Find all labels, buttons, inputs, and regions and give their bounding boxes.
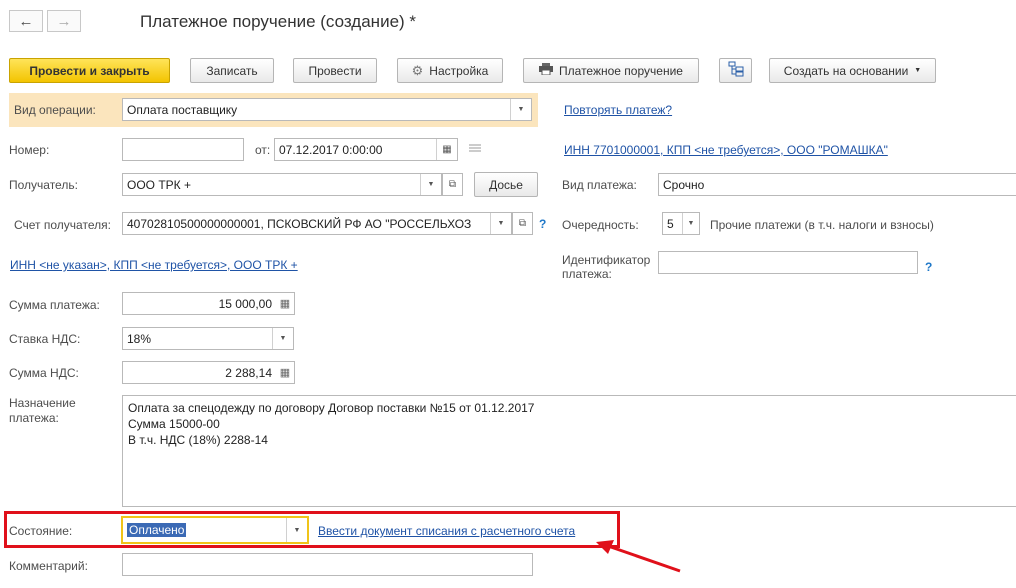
amount-value: 15 000,00 xyxy=(218,296,272,311)
save-button[interactable]: Записать xyxy=(190,58,274,83)
account-select[interactable]: 40702810500000000001, ПСКОВСКИЙ РФ АО "Р… xyxy=(122,212,512,235)
recipient-info-link[interactable]: ИНН <не указан>, КПП <не требуется>, ООО… xyxy=(10,258,298,272)
date-input[interactable]: 07.12.2017 0:00:00 ▦ xyxy=(274,138,458,161)
chevron-down-icon: ▼ xyxy=(914,67,922,74)
arrow-right-icon: → xyxy=(56,12,72,30)
open-recipient-button[interactable]: ⧉ xyxy=(442,173,463,196)
purpose-label-line2: платежа: xyxy=(9,411,59,425)
settings-button[interactable]: ⚙ Настройка xyxy=(397,58,503,83)
comment-label: Комментарий: xyxy=(9,559,88,573)
back-button[interactable]: ← xyxy=(9,10,43,32)
purpose-line: Сумма 15000-00 xyxy=(128,417,220,431)
payment-id-label-line1: Идентификатор xyxy=(562,253,651,267)
state-label: Состояние: xyxy=(9,524,73,538)
writeoff-document-link[interactable]: Ввести документ списания с расчетного сч… xyxy=(318,524,575,538)
post-button[interactable]: Провести xyxy=(293,58,377,83)
printer-icon xyxy=(539,63,554,78)
recipient-label: Получатель: xyxy=(9,178,78,192)
create-based-on-button[interactable]: Создать на основании ▼ xyxy=(769,58,936,83)
priority-label: Очередность: xyxy=(562,218,639,232)
chevron-down-icon[interactable]: ▼ xyxy=(682,213,699,234)
post-and-close-button[interactable]: Провести и закрыть xyxy=(9,58,170,83)
open-icon: ⧉ xyxy=(448,179,457,190)
purpose-label-line1: Назначение xyxy=(9,396,76,410)
operation-label: Вид операции: xyxy=(14,103,96,117)
number-input[interactable] xyxy=(122,138,244,161)
account-value: 40702810500000000001, ПСКОВСКИЙ РФ АО "Р… xyxy=(127,216,472,231)
vat-rate-label: Ставка НДС: xyxy=(9,332,81,346)
vat-rate-value: 18% xyxy=(127,331,152,346)
payer-info-link[interactable]: ИНН 7701000001, КПП <не требуется>, ООО … xyxy=(564,143,888,157)
purpose-textarea[interactable]: Оплата за спецодежду по договору Договор… xyxy=(122,395,1016,507)
recipient-value: ООО ТРК + xyxy=(127,177,192,192)
chevron-down-icon[interactable]: ▼ xyxy=(420,174,441,195)
vat-amount-value: 2 288,14 xyxy=(225,365,272,380)
priority-select[interactable]: 5 ▼ xyxy=(662,212,700,235)
gear-icon: ⚙ xyxy=(411,62,424,78)
chevron-down-icon[interactable]: ▼ xyxy=(286,518,307,542)
recipient-select[interactable]: ООО ТРК + ▼ xyxy=(122,173,442,196)
help-icon[interactable]: ? xyxy=(925,260,932,274)
hierarchy-icon xyxy=(728,61,744,80)
help-icon[interactable]: ? xyxy=(539,217,546,231)
operation-value: Оплата поставщику xyxy=(127,102,238,117)
structure-button[interactable] xyxy=(719,58,752,83)
priority-value: 5 xyxy=(667,216,674,231)
payment-id-label: Идентификатор платежа: xyxy=(562,253,650,281)
state-value: Оплачено xyxy=(127,523,187,537)
notes-icon[interactable] xyxy=(468,143,482,153)
purpose-label: Назначение платежа: xyxy=(9,396,76,426)
state-select[interactable]: Оплачено ▼ xyxy=(121,516,309,544)
amount-input[interactable]: 15 000,00 ▦ xyxy=(122,292,295,315)
purpose-line: Оплата за спецодежду по договору Договор… xyxy=(128,401,535,415)
forward-button[interactable]: → xyxy=(47,10,81,32)
print-payment-order-button[interactable]: Платежное поручение xyxy=(523,58,699,83)
comment-input[interactable] xyxy=(122,553,533,576)
open-account-button[interactable]: ⧉ xyxy=(512,212,533,235)
red-arrow-icon xyxy=(596,540,681,573)
number-label: Номер: xyxy=(9,143,50,157)
chevron-down-icon[interactable]: ▼ xyxy=(510,99,531,120)
vat-amount-label: Сумма НДС: xyxy=(9,366,79,380)
payment-id-input[interactable] xyxy=(658,251,918,274)
payment-type-input[interactable]: Срочно xyxy=(658,173,1016,196)
settings-label: Настройка xyxy=(429,63,489,78)
purpose-line: В т.ч. НДС (18%) 2288-14 xyxy=(128,433,268,447)
date-label: от: xyxy=(255,143,271,157)
vat-rate-select[interactable]: 18% ▼ xyxy=(122,327,294,350)
print-label: Платежное поручение xyxy=(559,63,683,78)
payment-id-label-line2: платежа: xyxy=(562,267,612,281)
calculator-icon[interactable]: ▦ xyxy=(276,362,294,383)
payment-type-label: Вид платежа: xyxy=(562,178,637,192)
repeat-payment-link[interactable]: Повторять платеж? xyxy=(564,103,672,117)
arrow-left-icon: ← xyxy=(18,12,34,30)
calendar-icon[interactable]: ▦ xyxy=(436,139,457,160)
chevron-down-icon[interactable]: ▼ xyxy=(490,213,511,234)
account-label: Счет получателя: xyxy=(14,218,111,232)
calculator-icon[interactable]: ▦ xyxy=(276,293,294,314)
operation-select[interactable]: Оплата поставщику ▼ xyxy=(122,98,532,121)
vat-amount-input[interactable]: 2 288,14 ▦ xyxy=(122,361,295,384)
open-icon: ⧉ xyxy=(518,218,527,229)
chevron-down-icon[interactable]: ▼ xyxy=(272,328,293,349)
date-value: 07.12.2017 0:00:00 xyxy=(279,142,383,157)
priority-description: Прочие платежи (в т.ч. налоги и взносы) xyxy=(710,218,934,232)
create-based-label: Создать на основании xyxy=(783,63,909,78)
window-title: Платежное поручение (создание) * xyxy=(140,12,417,31)
dossier-button[interactable]: Досье xyxy=(474,172,538,197)
amount-label: Сумма платежа: xyxy=(9,298,100,312)
